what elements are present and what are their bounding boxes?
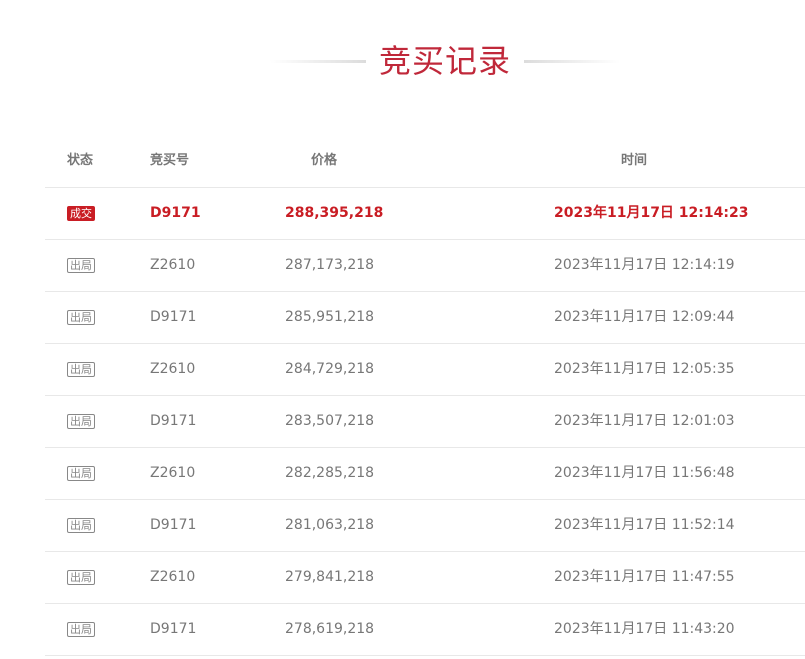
status-cell: 成交	[67, 205, 95, 222]
price-cell: 281,063,218	[285, 517, 375, 533]
time-cell: 2023年11月17日 12:05:35	[554, 361, 735, 377]
time-cell: 2023年11月17日 11:56:48	[554, 465, 735, 481]
bidder-number-cell: Z2610	[150, 361, 196, 377]
status-cell: 出局	[67, 569, 95, 586]
bid-record-table: 状态 竞买号 价格 时间 成交 D9171 288,395,218 2023年11月1…	[45, 135, 805, 656]
status-badge: 出局	[67, 362, 95, 377]
status-cell: 出局	[67, 309, 95, 326]
title-divider-left	[270, 60, 366, 63]
status-badge: 出局	[67, 570, 95, 585]
table-body: 成交 D9171 288,395,218 2023年11月17日 12:14:23 出局…	[45, 188, 805, 656]
table-row: 出局 D9171 283,507,218 2023年11月17日 12:01:03	[45, 396, 805, 448]
page-title: 竞买记录	[378, 42, 511, 80]
price-cell: 278,619,218	[285, 621, 375, 637]
table-row: 出局 Z2610 279,841,218 2023年11月17日 11:47:55	[45, 552, 805, 604]
time-cell: 2023年11月17日 11:43:20	[554, 621, 735, 637]
table-row: 出局 D9171 285,951,218 2023年11月17日 12:09:44	[45, 292, 805, 344]
status-badge: 出局	[67, 258, 95, 273]
bidder-number-cell: D9171	[150, 413, 197, 429]
bidder-number-cell: D9171	[150, 621, 197, 637]
time-cell: 2023年11月17日 12:09:44	[554, 309, 735, 325]
time-cell: 2023年11月17日 12:14:23	[554, 205, 749, 221]
status-cell: 出局	[67, 361, 95, 378]
table-row: 出局 Z2610 287,173,218 2023年11月17日 12:14:19	[45, 240, 805, 292]
section-title-bar: 竞买记录	[0, 38, 805, 84]
price-cell: 282,285,218	[285, 465, 375, 481]
status-cell: 出局	[67, 517, 95, 534]
title-divider-right	[524, 60, 620, 63]
table-row: 出局 D9171 278,619,218 2023年11月17日 11:43:20	[45, 604, 805, 656]
table-header: 状态 竞买号 价格 时间	[45, 135, 805, 188]
price-cell: 283,507,218	[285, 413, 375, 429]
status-badge: 出局	[67, 414, 95, 429]
header-time: 时间	[621, 153, 648, 168]
header-bidder-number: 竞买号	[150, 153, 190, 168]
bidder-number-cell: Z2610	[150, 569, 196, 585]
time-cell: 2023年11月17日 12:01:03	[554, 413, 735, 429]
price-cell: 288,395,218	[285, 205, 384, 221]
price-cell: 287,173,218	[285, 257, 375, 273]
price-cell: 284,729,218	[285, 361, 375, 377]
status-cell: 出局	[67, 257, 95, 274]
table-row: 出局 Z2610 282,285,218 2023年11月17日 11:56:48	[45, 448, 805, 500]
header-status: 状态	[67, 153, 94, 168]
status-badge: 出局	[67, 466, 95, 481]
status-cell: 出局	[67, 413, 95, 430]
time-cell: 2023年11月17日 12:14:19	[554, 257, 735, 273]
header-price: 价格	[311, 153, 338, 168]
bidder-number-cell: Z2610	[150, 465, 196, 481]
status-badge: 出局	[67, 518, 95, 533]
bidder-number-cell: D9171	[150, 309, 197, 325]
time-cell: 2023年11月17日 11:47:55	[554, 569, 735, 585]
status-badge: 出局	[67, 622, 95, 637]
status-cell: 出局	[67, 465, 95, 482]
table-row: 出局 D9171 281,063,218 2023年11月17日 11:52:14	[45, 500, 805, 552]
bid-record-page: 竞买记录 状态 竞买号 价格 时间 成交 D9171 288,395,218 2023…	[0, 0, 805, 659]
status-badge: 出局	[67, 310, 95, 325]
status-badge: 成交	[67, 206, 95, 221]
price-cell: 285,951,218	[285, 309, 375, 325]
price-cell: 279,841,218	[285, 569, 375, 585]
table-row: 出局 Z2610 284,729,218 2023年11月17日 12:05:35	[45, 344, 805, 396]
status-cell: 出局	[67, 621, 95, 638]
time-cell: 2023年11月17日 11:52:14	[554, 517, 735, 533]
bidder-number-cell: D9171	[150, 205, 201, 221]
table-row: 成交 D9171 288,395,218 2023年11月17日 12:14:23	[45, 188, 805, 240]
bidder-number-cell: D9171	[150, 517, 197, 533]
bidder-number-cell: Z2610	[150, 257, 196, 273]
